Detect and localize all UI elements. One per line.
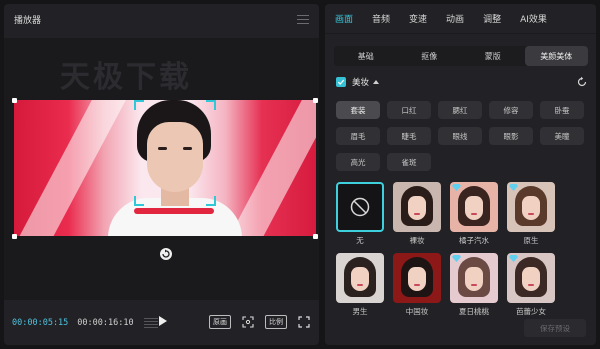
- diamond-icon: [509, 184, 518, 191]
- player-controls: 00:00:05:15 00:00:16:10 原画 比例: [4, 301, 319, 345]
- preset-look[interactable]: 夏日桃桃: [450, 253, 498, 317]
- menu-icon[interactable]: [297, 14, 309, 24]
- subtab-mask[interactable]: 蒙版: [461, 46, 525, 66]
- tab-audio[interactable]: 音频: [372, 12, 390, 25]
- chip-eyeliner[interactable]: 眼线: [438, 127, 482, 145]
- makeup-presets: 无 裸妆 橘子汽水 原生 男生 中国妆 夏日桃桃 芭蕾少女: [336, 182, 588, 317]
- player-header: 播放器: [4, 4, 319, 34]
- rotate-icon: [162, 249, 170, 258]
- fit-screen-icon: [242, 316, 254, 328]
- preset-thumb: [336, 253, 384, 303]
- reset-icon[interactable]: [576, 76, 588, 88]
- preset-label: 夏日桃桃: [459, 307, 489, 316]
- chip-blush[interactable]: 腮红: [438, 101, 482, 119]
- preset-look[interactable]: 橘子汽水: [450, 182, 498, 246]
- person-face: [147, 122, 203, 192]
- preset-none[interactable]: 无: [336, 182, 384, 246]
- collapse-caret-icon[interactable]: [373, 80, 380, 84]
- tab-picture[interactable]: 画面: [335, 12, 353, 25]
- preset-label: 中国妆: [405, 307, 429, 316]
- fit-screen-button[interactable]: [241, 315, 255, 329]
- player-title: 播放器: [14, 15, 42, 26]
- diamond-icon: [452, 255, 461, 262]
- subtab-cutout[interactable]: 抠像: [398, 46, 462, 66]
- preset-look[interactable]: 男生: [336, 253, 384, 317]
- preset-label: 芭蕾少女: [516, 307, 546, 316]
- chip-contour[interactable]: 修容: [489, 101, 533, 119]
- chip-freckles[interactable]: 雀斑: [387, 153, 431, 171]
- preset-label: 无: [356, 236, 364, 245]
- preset-label: 裸妆: [409, 236, 425, 245]
- chip-eyelash[interactable]: 睫毛: [387, 127, 431, 145]
- chip-highlight[interactable]: 高光: [336, 153, 380, 171]
- resize-handle-tl[interactable]: [12, 98, 17, 103]
- face-bracket-tr: [206, 100, 216, 110]
- preset-look[interactable]: 中国妆: [393, 253, 441, 317]
- sub-tabs: 基础 抠像 蒙版 美颜美体: [334, 46, 588, 66]
- properties-panel: 画面 音频 变速 动画 调整 AI效果 基础 抠像 蒙版 美颜美体 美妆 套装: [325, 4, 596, 345]
- face-bracket-tl: [134, 100, 144, 110]
- save-preset-button[interactable]: 保存预设: [524, 319, 586, 337]
- makeup-checkbox[interactable]: [336, 77, 346, 87]
- chip-lipstick[interactable]: 口红: [387, 101, 431, 119]
- diamond-icon: [452, 184, 461, 191]
- tab-speed[interactable]: 变速: [409, 12, 427, 25]
- fullscreen-icon: [298, 316, 310, 328]
- check-icon: [337, 79, 345, 85]
- list-icon[interactable]: [143, 318, 158, 328]
- preset-look[interactable]: 原生: [507, 182, 555, 246]
- tab-animation[interactable]: 动画: [446, 12, 464, 25]
- resize-handle-tr[interactable]: [313, 98, 318, 103]
- current-timecode: 00:00:05:15: [12, 318, 69, 328]
- player-stage: 天极下载: [4, 38, 319, 300]
- watermark: 天极下载: [60, 60, 192, 95]
- preset-thumb: [393, 253, 441, 303]
- main-tabs: 画面 音频 变速 动画 调整 AI效果: [325, 4, 596, 34]
- tab-ai-effects[interactable]: AI效果: [520, 12, 547, 25]
- makeup-section-title: 美妆: [352, 78, 370, 88]
- preset-look[interactable]: 裸妆: [393, 182, 441, 246]
- preset-label: 男生: [352, 307, 368, 316]
- makeup-categories: 套装 口红 腮红 修容 卧蚕 眉毛 睫毛 眼线 眼影 美瞳 高光 雀斑: [336, 101, 588, 171]
- editor-window: 播放器 天极下载 00:00:05:15 00:00:16:10 原画 比例 画…: [0, 0, 600, 349]
- chip-aegyo-sal[interactable]: 卧蚕: [540, 101, 584, 119]
- tab-adjust[interactable]: 调整: [483, 12, 501, 25]
- chip-contacts[interactable]: 美瞳: [540, 127, 584, 145]
- preset-look[interactable]: 芭蕾少女: [507, 253, 555, 317]
- aspect-ratio-button[interactable]: 比例: [265, 315, 287, 329]
- subtab-beauty[interactable]: 美颜美体: [524, 46, 588, 66]
- player-panel: 播放器 天极下载 00:00:05:15 00:00:16:10 原画 比例: [4, 4, 319, 345]
- subtab-basic[interactable]: 基础: [334, 46, 398, 66]
- resize-handle-bl[interactable]: [12, 234, 17, 239]
- play-icon[interactable]: [159, 316, 167, 326]
- face-bracket-br: [206, 196, 216, 206]
- preset-label: 原生: [523, 236, 539, 245]
- preset-thumb: [336, 182, 384, 232]
- face-bracket-bl: [134, 196, 144, 206]
- none-icon: [350, 197, 370, 217]
- preset-thumb: [450, 253, 498, 303]
- preset-label: 橘子汽水: [459, 236, 489, 245]
- preset-thumb: [450, 182, 498, 232]
- resize-handle-br[interactable]: [313, 234, 318, 239]
- total-timecode: 00:00:16:10: [77, 318, 134, 328]
- chip-eyeshadow[interactable]: 眼影: [489, 127, 533, 145]
- rotate-button[interactable]: [160, 248, 172, 260]
- makeup-section-header: 美妆: [336, 75, 588, 89]
- preset-thumb: [507, 253, 555, 303]
- preset-thumb: [507, 182, 555, 232]
- fullscreen-button[interactable]: [297, 315, 311, 329]
- original-quality-button[interactable]: 原画: [209, 315, 231, 329]
- video-frame[interactable]: [14, 100, 316, 236]
- preset-thumb: [393, 182, 441, 232]
- chip-suit[interactable]: 套装: [336, 101, 380, 119]
- chip-eyebrow[interactable]: 眉毛: [336, 127, 380, 145]
- diamond-icon: [509, 255, 518, 262]
